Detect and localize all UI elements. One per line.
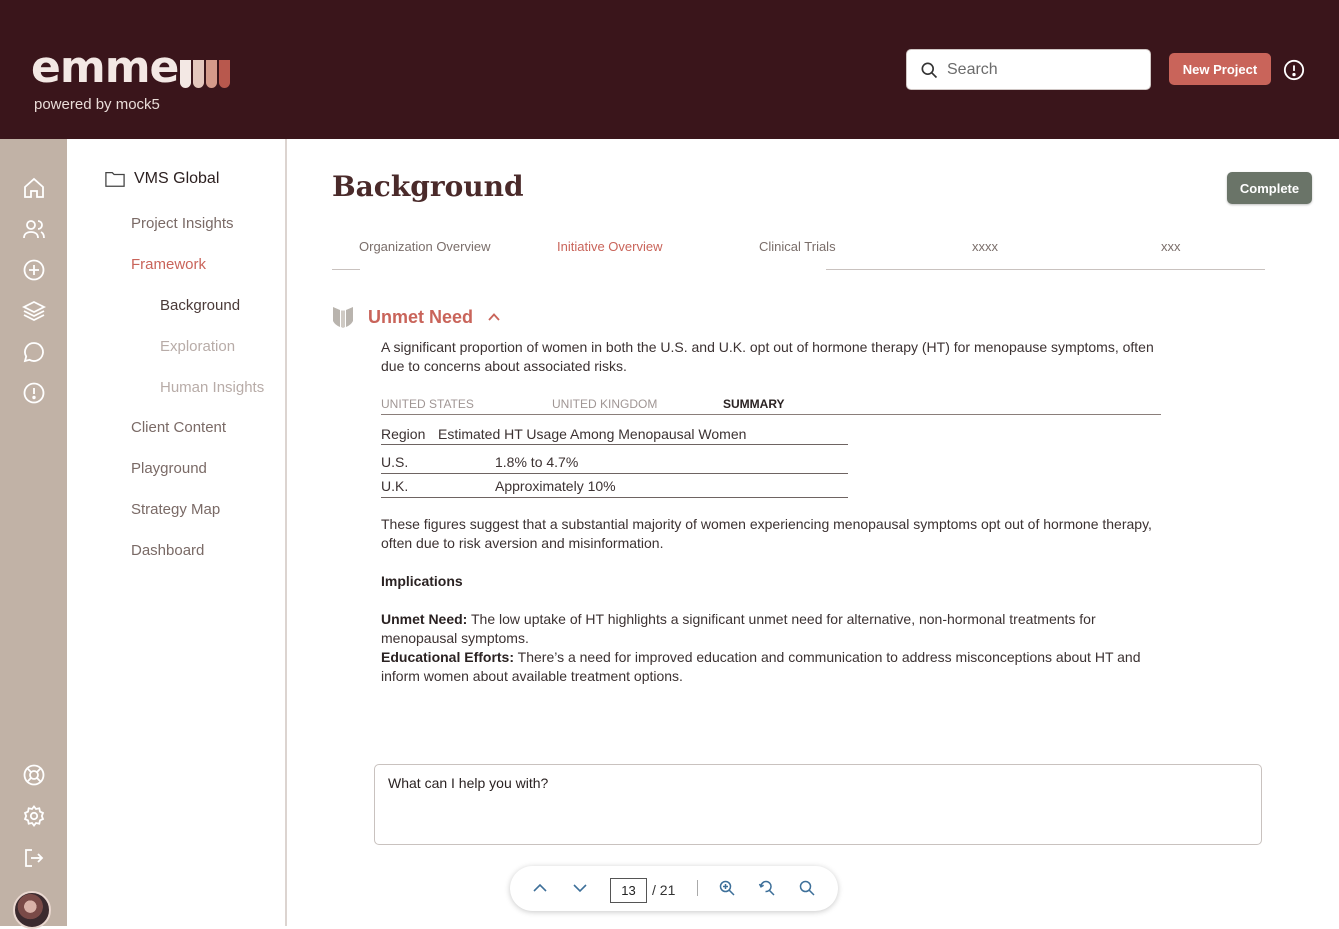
table-cell-region: U.S. (381, 454, 409, 470)
search-icon (921, 62, 938, 78)
intro-paragraph: A significant proportion of women in bot… (381, 339, 1154, 374)
chat-input[interactable] (388, 775, 1248, 834)
page-title: Background (332, 170, 524, 203)
logo-mark-icon (180, 58, 232, 88)
assistant-chat-box[interactable] (374, 764, 1262, 845)
subtab-united-kingdom[interactable]: UNITED KINGDOM (552, 397, 657, 411)
nav-item-dashboard[interactable]: Dashboard (131, 542, 204, 559)
implications-heading: Implications (381, 573, 463, 589)
complete-button[interactable]: Complete (1227, 172, 1312, 204)
nav-item-client-content[interactable]: Client Content (131, 419, 226, 436)
search-box[interactable] (906, 49, 1151, 90)
table-header-row: Region Estimated HT Usage Among Menopaus… (381, 422, 848, 445)
subtab-summary[interactable]: SUMMARY (723, 397, 785, 411)
unmet-need-header[interactable]: Unmet Need (332, 305, 501, 329)
icon-sidebar (0, 139, 67, 926)
nav-item-project-insights[interactable]: Project Insights (131, 215, 234, 232)
region-subtabs: UNITED STATES UNITED KINGDOM SUMMARY (381, 396, 1161, 415)
chat-icon[interactable] (22, 340, 46, 364)
search-icon[interactable] (798, 879, 816, 897)
tab-clinical-trials[interactable]: Clinical Trials (759, 239, 836, 254)
subtab-united-states[interactable]: UNITED STATES (381, 397, 474, 411)
implication-text: The low uptake of HT highlights a signif… (381, 611, 1096, 646)
table-cell-usage: Approximately 10% (495, 478, 616, 494)
table-row: U.S. 1.8% to 4.7% (381, 450, 848, 474)
table-cell-region: U.K. (381, 478, 409, 494)
page-number-input[interactable] (610, 878, 647, 903)
project-nav: VMS Global Project Insights Framework Ba… (67, 139, 287, 926)
nav-item-human-insights[interactable]: Human Insights (160, 379, 264, 396)
section-tabs: Organization Overview Initiative Overvie… (332, 230, 1265, 271)
section-shield-icon (333, 307, 353, 328)
gear-icon[interactable] (22, 804, 46, 828)
search-input[interactable] (947, 60, 1137, 79)
chevron-up-icon[interactable] (487, 310, 501, 324)
zoom-reset-icon[interactable] (758, 879, 776, 897)
project-name: VMS Global (134, 170, 220, 187)
logout-icon[interactable] (22, 846, 46, 870)
pager-divider (697, 880, 698, 896)
tab-xxx[interactable]: xxx (1161, 239, 1181, 254)
table-row: U.K. Approximately 10% (381, 474, 848, 498)
nav-item-playground[interactable]: Playground (131, 460, 207, 477)
project-folder[interactable]: VMS Global (105, 170, 219, 188)
implication-label: Educational Efforts: (381, 649, 515, 665)
user-avatar[interactable] (13, 891, 51, 929)
document-pager: / 21 (510, 866, 838, 911)
tab-organization-overview[interactable]: Organization Overview (359, 239, 491, 254)
page-total: / 21 (652, 882, 676, 898)
alert-icon[interactable] (22, 381, 46, 405)
summary-paragraph: These figures suggest that a substantial… (381, 516, 1152, 551)
layers-icon[interactable] (22, 299, 46, 323)
new-project-button[interactable]: New Project (1169, 53, 1271, 85)
top-header: emme powered by mock5 New Project (0, 0, 1339, 139)
powered-by-text: powered by mock5 (34, 96, 160, 113)
tab-xxxx[interactable]: xxxx (972, 239, 998, 254)
ht-usage-table: Region Estimated HT Usage Among Menopaus… (381, 422, 848, 498)
tab-initiative-overview[interactable]: Initiative Overview (557, 239, 662, 254)
chevron-up-icon[interactable] (531, 879, 549, 897)
chevron-down-icon[interactable] (571, 879, 589, 897)
home-icon[interactable] (22, 176, 46, 200)
zoom-in-icon[interactable] (718, 879, 736, 897)
users-icon[interactable] (22, 217, 46, 241)
tab-divider-gap (360, 269, 826, 271)
implication-label: Unmet Need: (381, 611, 468, 627)
implication-educational-efforts: Educational Efforts: There’s a need for … (381, 648, 1171, 686)
section-title: Unmet Need (368, 306, 474, 327)
table-header-usage: Estimated HT Usage Among Menopausal Wome… (438, 426, 747, 442)
emmeon-logo[interactable]: emme (31, 42, 232, 93)
nav-item-background[interactable]: Background (160, 297, 240, 314)
lifebuoy-icon[interactable] (22, 763, 46, 787)
implication-unmet-need: Unmet Need: The low uptake of HT highlig… (381, 610, 1171, 648)
table-cell-usage: 1.8% to 4.7% (495, 454, 579, 470)
plus-circle-icon[interactable] (22, 258, 46, 282)
info-alert-icon[interactable] (1283, 59, 1305, 81)
folder-icon (105, 172, 125, 187)
nav-item-strategy-map[interactable]: Strategy Map (131, 501, 220, 518)
logo-wordmark: emme (31, 42, 179, 93)
nav-item-framework[interactable]: Framework (131, 256, 206, 273)
nav-item-exploration[interactable]: Exploration (160, 338, 235, 355)
table-header-region: Region (381, 426, 426, 442)
